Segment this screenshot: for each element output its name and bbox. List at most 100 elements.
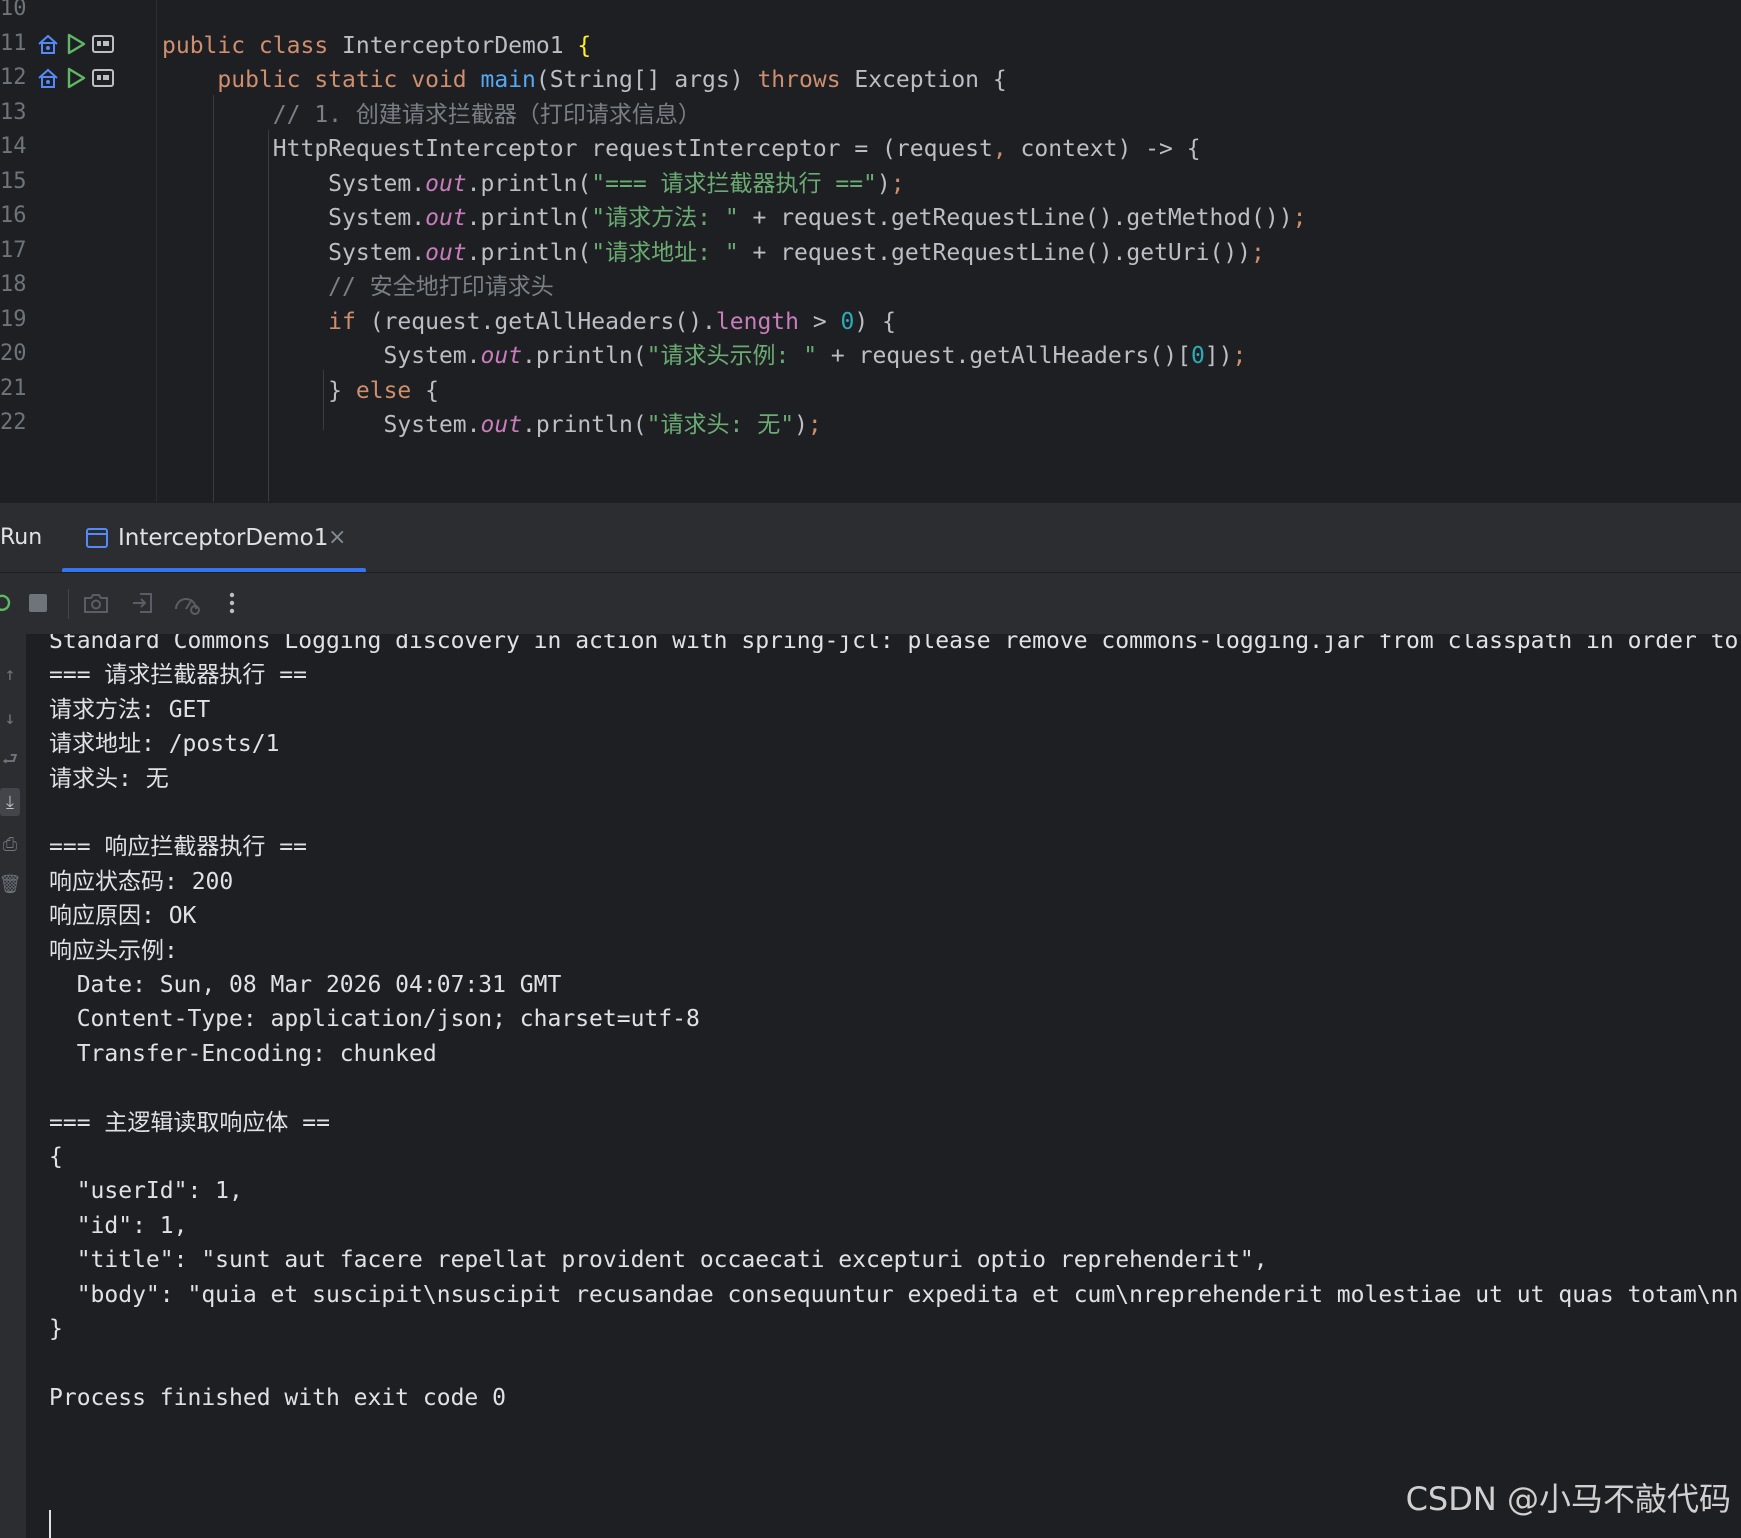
code-token: > bbox=[799, 308, 841, 335]
code-token: (request.getAllHeaders(). bbox=[369, 308, 716, 335]
rerun-icon[interactable] bbox=[0, 587, 18, 619]
code-line[interactable]: System.out.println("请求头示例: " + request.g… bbox=[162, 337, 1247, 375]
code-token: ) bbox=[794, 412, 808, 438]
clear-all-icon[interactable]: 🗑 bbox=[0, 870, 21, 898]
console-line: 响应原因: OK bbox=[49, 903, 197, 930]
camera-icon[interactable] bbox=[80, 587, 112, 619]
code-token: out bbox=[425, 205, 467, 231]
scroll-down-icon[interactable]: ↓ bbox=[0, 704, 20, 732]
code-token: out bbox=[480, 343, 523, 369]
code-token: "请求头: 无" bbox=[646, 412, 795, 438]
line-number: 22 bbox=[0, 410, 27, 435]
line-number: 17 bbox=[0, 237, 27, 263]
line-number: 12 bbox=[0, 65, 27, 90]
line-number: 14 bbox=[0, 134, 27, 159]
close-icon[interactable]: × bbox=[328, 503, 346, 573]
console-line: Content-Type: application/json; charset=… bbox=[49, 1006, 700, 1033]
code-token: System. bbox=[162, 205, 426, 231]
implemented-icon[interactable] bbox=[36, 66, 60, 90]
soft-wrap-icon[interactable]: ⮐ bbox=[0, 748, 20, 776]
run-tab-interceptordemo1[interactable]: InterceptorDemo1 × bbox=[62, 503, 366, 573]
console-line: { bbox=[49, 1144, 63, 1170]
code-token: .println( bbox=[522, 343, 647, 369]
line-number: 19 bbox=[0, 306, 27, 332]
code-token: System. bbox=[162, 343, 481, 369]
more-options-icon[interactable] bbox=[216, 587, 248, 619]
code-line[interactable]: System.out.println("请求头: 无"); bbox=[162, 406, 822, 444]
run-icon[interactable] bbox=[66, 67, 86, 89]
console-line: } bbox=[49, 1316, 63, 1342]
console-line: 请求方法: GET bbox=[49, 696, 211, 723]
code-token: { bbox=[425, 377, 439, 404]
code-token: + request.getRequestLine().getUri()) bbox=[738, 239, 1252, 266]
code-token: ]) bbox=[1204, 343, 1233, 369]
code-token: length bbox=[715, 308, 799, 335]
line-number: 18 bbox=[0, 272, 27, 297]
code-token: // 安全地打印请求头 bbox=[162, 274, 554, 300]
code-line[interactable]: System.out.println("=== 请求拦截器执行 =="); bbox=[162, 165, 905, 203]
coverage-icon[interactable] bbox=[92, 34, 114, 53]
csdn-watermark: CSDN @小马不敲代码 bbox=[1405, 1480, 1731, 1518]
code-line[interactable]: if (request.getAllHeaders().length > 0) … bbox=[162, 303, 896, 341]
run-icon[interactable] bbox=[66, 33, 86, 55]
code-token: HttpRequestInterceptor requestIntercepto… bbox=[162, 136, 993, 162]
code-token: System. bbox=[162, 239, 426, 266]
gutter-run-controls bbox=[36, 59, 114, 97]
code-token: InterceptorDemo1 bbox=[342, 32, 578, 59]
coverage-icon[interactable] bbox=[92, 69, 114, 87]
line-number: 15 bbox=[0, 168, 27, 194]
code-line[interactable]: public static void main(String[] args) t… bbox=[162, 61, 1006, 99]
code-line[interactable]: System.out.println("请求地址: " + request.ge… bbox=[162, 234, 1265, 272]
code-token: { bbox=[577, 32, 592, 59]
console-line: === 主逻辑读取响应体 == bbox=[49, 1109, 330, 1136]
code-token: ; bbox=[807, 412, 822, 438]
console-line: "title": "sunt aut facere repellat provi… bbox=[49, 1247, 1268, 1274]
code-token: .println( bbox=[466, 239, 592, 266]
code-line[interactable]: public class InterceptorDemo1 { bbox=[162, 27, 591, 65]
code-token: 0 bbox=[1190, 343, 1205, 369]
scroll-to-end-icon[interactable]: ⤓ bbox=[0, 788, 20, 816]
console-line: Process finished with exit code 0 bbox=[49, 1384, 506, 1411]
toolbar-separator bbox=[68, 589, 69, 619]
code-token: ; bbox=[1292, 205, 1307, 231]
editor-gutter: 10 11 12 13 14 15 16 17 18 19 20 21 22 bbox=[0, 0, 156, 502]
code-token: // 1. 创建请求拦截器（打印请求信息） bbox=[162, 101, 701, 128]
code-token: public class bbox=[162, 32, 343, 59]
code-token: else bbox=[355, 377, 426, 404]
code-token: .println( bbox=[466, 205, 592, 231]
code-token: "请求方法: " bbox=[591, 205, 739, 231]
run-tab-label: InterceptorDemo1 bbox=[118, 525, 329, 551]
code-token: , bbox=[992, 136, 1007, 162]
code-token: .println( bbox=[466, 170, 592, 197]
code-editor[interactable]: 10 11 12 13 14 15 16 17 18 19 20 21 22 public class … bbox=[0, 0, 1741, 502]
code-token: out bbox=[425, 239, 467, 266]
print-icon[interactable]: ⎙ bbox=[0, 830, 20, 858]
code-line[interactable]: // 1. 创建请求拦截器（打印请求信息） bbox=[162, 96, 701, 134]
console-line: === 响应拦截器执行 == bbox=[49, 834, 307, 861]
line-number: 20 bbox=[0, 341, 27, 366]
code-token: if bbox=[162, 308, 370, 335]
console-line: "id": 1, bbox=[49, 1212, 188, 1239]
profiler-icon[interactable] bbox=[171, 587, 203, 619]
console-output[interactable]: Standard Commons Logging discovery in ac… bbox=[27, 634, 1741, 1538]
implemented-icon[interactable] bbox=[36, 32, 60, 56]
code-token: .println( bbox=[522, 412, 647, 438]
code-token: throws bbox=[757, 67, 855, 93]
code-token: ) { bbox=[854, 308, 896, 335]
code-line[interactable]: } else { bbox=[162, 372, 439, 410]
gutter-run-controls bbox=[36, 25, 114, 63]
console-line: "body": "quia et suscipit\nsuscipit recu… bbox=[49, 1281, 1739, 1308]
exit-icon[interactable] bbox=[127, 587, 159, 619]
code-line[interactable]: HttpRequestInterceptor requestIntercepto… bbox=[162, 130, 1201, 168]
console-line: === 请求拦截器执行 == bbox=[49, 662, 307, 689]
code-token: "请求头示例: " bbox=[646, 343, 818, 369]
code-token: } bbox=[162, 377, 356, 404]
code-token: ; bbox=[890, 170, 905, 197]
scroll-up-icon[interactable]: ↑ bbox=[0, 660, 20, 688]
code-token: out bbox=[425, 170, 467, 197]
code-token: ) bbox=[876, 170, 891, 197]
code-line[interactable]: // 安全地打印请求头 bbox=[162, 268, 554, 306]
code-line[interactable]: System.out.println("请求方法: " + request.ge… bbox=[162, 199, 1306, 237]
stop-icon[interactable] bbox=[22, 587, 54, 619]
code-token: + request.getRequestLine().getMethod()) bbox=[738, 205, 1293, 231]
